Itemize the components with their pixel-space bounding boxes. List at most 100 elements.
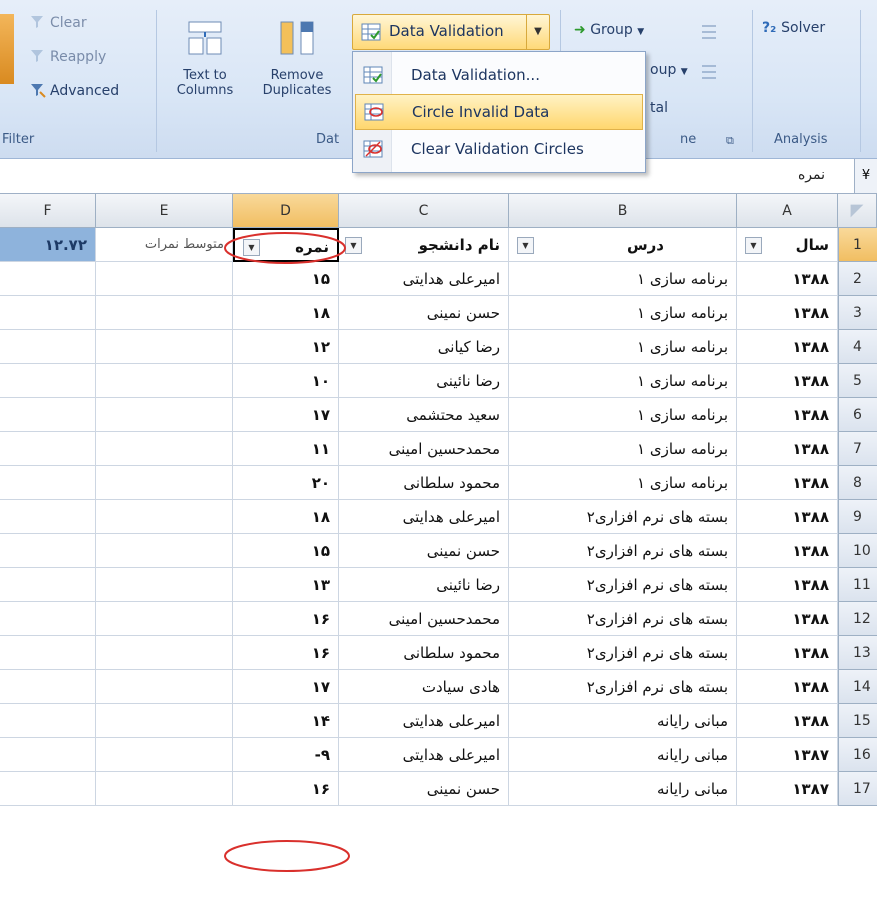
group-button[interactable]: ➜ Group ▼	[574, 22, 644, 38]
cell-f[interactable]	[0, 738, 96, 772]
cell-course[interactable]: بسته های نرم افزاری۲	[509, 602, 737, 636]
cell-year[interactable]: ۱۳۸۸	[737, 466, 838, 500]
menu-item-circle-invalid-data[interactable]: Circle Invalid Data	[355, 94, 643, 130]
cell-e[interactable]	[96, 772, 233, 806]
ungroup-button[interactable]: oup ▼	[650, 62, 688, 78]
reapply-filter-button[interactable]: Reapply	[30, 48, 106, 65]
cell-student-name[interactable]: امیرعلی هدایتی	[339, 262, 509, 296]
solver-button[interactable]: ?₂ Solver	[762, 20, 825, 36]
menu-item-clear-validation-circles[interactable]: Clear Validation Circles	[355, 132, 641, 166]
column-header-e[interactable]: E	[96, 194, 233, 228]
cell-course[interactable]: مبانی رایانه	[509, 772, 737, 806]
row-header[interactable]: 6	[838, 398, 877, 432]
text-to-columns-button[interactable]: Text to Columns	[170, 18, 240, 98]
filter-dropdown-icon[interactable]: ▼	[745, 237, 762, 254]
column-header-c[interactable]: C	[339, 194, 509, 228]
cell-course[interactable]: برنامه سازی ۱	[509, 466, 737, 500]
cell-course[interactable]: بسته های نرم افزاری۲	[509, 670, 737, 704]
column-header-f[interactable]: F	[0, 194, 96, 228]
cell-e[interactable]	[96, 432, 233, 466]
cell-year[interactable]: ۱۳۸۸	[737, 500, 838, 534]
cell-e[interactable]	[96, 602, 233, 636]
cell-student-name[interactable]: محمود سلطانی	[339, 636, 509, 670]
cell-grade[interactable]: ۱۷	[233, 398, 339, 432]
cell-f[interactable]	[0, 364, 96, 398]
cell-student-name[interactable]: محمدحسین امینی	[339, 602, 509, 636]
cell-student-name[interactable]: رضا نائینی	[339, 364, 509, 398]
cell-e[interactable]	[96, 398, 233, 432]
cell-grade[interactable]: ۱۸	[233, 296, 339, 330]
row-header[interactable]: 17	[838, 772, 877, 806]
cell-course[interactable]: برنامه سازی ۱	[509, 262, 737, 296]
cell-grade[interactable]: ۱۸	[233, 500, 339, 534]
cell-student-name[interactable]: سعید محتشمی	[339, 398, 509, 432]
menu-item-data-validation[interactable]: Data Validation...	[355, 58, 641, 92]
cell-grade[interactable]: ۱۱	[233, 432, 339, 466]
row-header[interactable]: 11	[838, 568, 877, 602]
cell-grade[interactable]: ۲۰	[233, 466, 339, 500]
header-cell-course[interactable]: ▼ درس	[509, 228, 737, 262]
cell-f[interactable]	[0, 330, 96, 364]
row-header[interactable]: 2	[838, 262, 877, 296]
cell-student-name[interactable]: حسن نمینی	[339, 296, 509, 330]
sort-button-edge[interactable]	[0, 14, 14, 84]
column-header-a[interactable]: A	[737, 194, 838, 228]
cell-e[interactable]	[96, 568, 233, 602]
cell-f[interactable]	[0, 398, 96, 432]
cell-year[interactable]: ۱۳۸۸	[737, 602, 838, 636]
cell-year[interactable]: ۱۳۸۸	[737, 262, 838, 296]
formula-bar-expand-button[interactable]: ¥	[854, 159, 877, 193]
row-header[interactable]: 16	[838, 738, 877, 772]
row-header[interactable]: 5	[838, 364, 877, 398]
cell-year[interactable]: ۱۳۸۸	[737, 636, 838, 670]
cell-course[interactable]: بسته های نرم افزاری۲	[509, 636, 737, 670]
cell-student-name[interactable]: محمدحسین امینی	[339, 432, 509, 466]
cell-f[interactable]	[0, 568, 96, 602]
cell-grade[interactable]: -۹	[233, 738, 339, 772]
cell-year[interactable]: ۱۳۸۸	[737, 704, 838, 738]
cell-grade[interactable]: ۱۳	[233, 568, 339, 602]
cell-e[interactable]	[96, 262, 233, 296]
cell-grade[interactable]: ۱۶	[233, 772, 339, 806]
cell-grade[interactable]: ۱۵	[233, 534, 339, 568]
row-header[interactable]: 12	[838, 602, 877, 636]
cell-e[interactable]	[96, 704, 233, 738]
header-cell-student-name[interactable]: ▼ نام دانشجو	[339, 228, 509, 262]
advanced-filter-button[interactable]: Advanced	[30, 82, 119, 99]
header-cell-year[interactable]: ▼ سال	[737, 228, 838, 262]
dialog-launcher-icon[interactable]: ⧉	[726, 134, 734, 148]
cell-student-name[interactable]: رضا نائینی	[339, 568, 509, 602]
cell-year[interactable]: ۱۳۸۸	[737, 296, 838, 330]
cell-course[interactable]: برنامه سازی ۱	[509, 398, 737, 432]
cell-f[interactable]	[0, 296, 96, 330]
cell-year[interactable]: ۱۳۸۸	[737, 432, 838, 466]
cell-course[interactable]: مبانی رایانه	[509, 704, 737, 738]
cell-grade[interactable]: ۱۶	[233, 602, 339, 636]
cell-e[interactable]	[96, 636, 233, 670]
row-header[interactable]: 9	[838, 500, 877, 534]
cell-course[interactable]: بسته های نرم افزاری۲	[509, 534, 737, 568]
cell-f[interactable]	[0, 636, 96, 670]
cell-year[interactable]: ۱۳۸۷	[737, 772, 838, 806]
cell-e[interactable]	[96, 296, 233, 330]
data-validation-button[interactable]: Data Validation ▼	[352, 14, 550, 50]
cell-f[interactable]	[0, 500, 96, 534]
cell-f[interactable]	[0, 772, 96, 806]
cell-student-name[interactable]: هادی سیادت	[339, 670, 509, 704]
data-validation-dropdown-arrow[interactable]: ▼	[526, 15, 549, 49]
cell-f[interactable]	[0, 432, 96, 466]
cell-student-name[interactable]: رضا کیانی	[339, 330, 509, 364]
row-header[interactable]: 7	[838, 432, 877, 466]
cell-year[interactable]: ۱۳۸۷	[737, 738, 838, 772]
remove-duplicates-button[interactable]: Remove Duplicates	[252, 18, 342, 98]
cell-f[interactable]	[0, 704, 96, 738]
cell-course[interactable]: بسته های نرم افزاری۲	[509, 500, 737, 534]
cell-year[interactable]: ۱۳۸۸	[737, 398, 838, 432]
cell-course[interactable]: مبانی رایانه	[509, 738, 737, 772]
cell-course[interactable]: برنامه سازی ۱	[509, 432, 737, 466]
column-header-d[interactable]: D	[233, 194, 339, 228]
cell-grade[interactable]: ۱۵	[233, 262, 339, 296]
cell-student-name[interactable]: حسن نمینی	[339, 772, 509, 806]
row-header[interactable]: 8	[838, 466, 877, 500]
cell-e[interactable]	[96, 364, 233, 398]
